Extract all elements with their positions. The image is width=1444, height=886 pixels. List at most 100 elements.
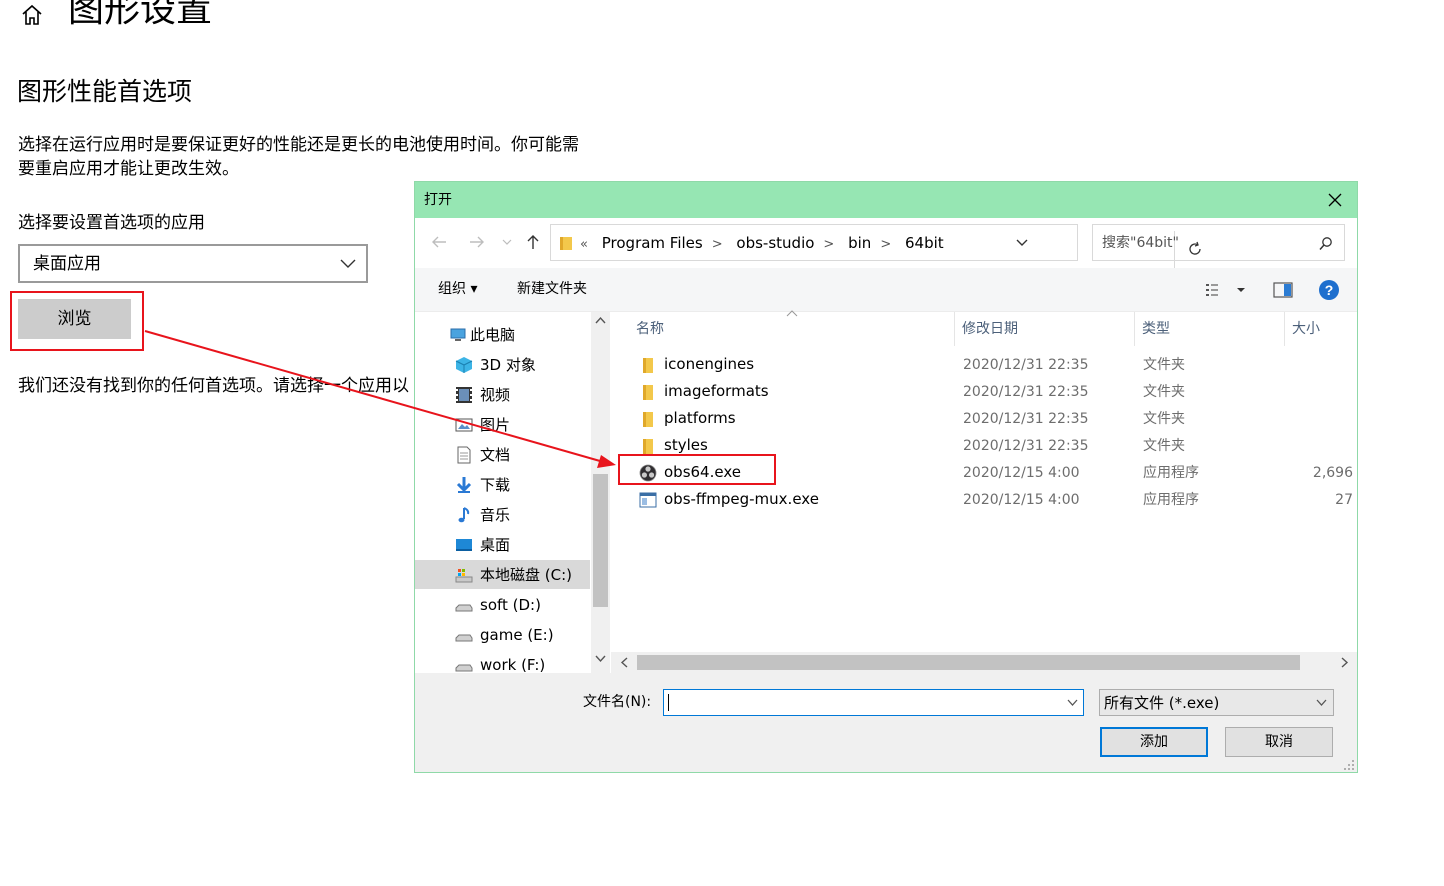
file-list-horizontal-scrollbar[interactable] xyxy=(611,652,1357,673)
file-row-obs-ffmpeg-mux-exe[interactable]: obs-ffmpeg-mux.exe 2020/12/15 4:00 应用程序 … xyxy=(611,486,1357,513)
file-row-imageformats[interactable]: imageformats 2020/12/31 22:35 文件夹 xyxy=(611,378,1357,405)
file-type-filter[interactable]: 所有文件 (*.exe) xyxy=(1099,689,1334,716)
file-date: 2020/12/31 22:35 xyxy=(963,438,1089,454)
close-icon[interactable] xyxy=(1327,192,1343,208)
breadcrumb-bin[interactable]: bin xyxy=(848,234,871,252)
home-icon[interactable] xyxy=(19,2,45,28)
breadcrumb: « Program Files > obs-studio > bin > 64bit xyxy=(580,234,944,252)
nav-item-pictures[interactable]: 图片 xyxy=(415,410,590,439)
app-type-dropdown[interactable]: 桌面应用 xyxy=(18,244,368,283)
new-folder-button[interactable]: 新建文件夹 xyxy=(517,280,587,298)
nav-pane-scrollbar[interactable] xyxy=(591,312,610,673)
column-header-type[interactable]: 类型 xyxy=(1142,312,1170,346)
nav-item-local-disk-c[interactable]: 本地磁盘 (C:) xyxy=(415,560,590,589)
column-header-date[interactable]: 修改日期 xyxy=(962,312,1018,346)
scroll-left-icon[interactable] xyxy=(620,657,628,668)
nav-item-label: 桌面 xyxy=(480,536,511,554)
nav-item-label: 本地磁盘 (C:) xyxy=(480,566,572,584)
nav-item-downloads[interactable]: 下载 xyxy=(415,470,590,499)
file-name: iconengines xyxy=(664,355,755,373)
view-dropdown-icon[interactable] xyxy=(1236,286,1246,294)
app-type-value: 桌面应用 xyxy=(33,254,101,274)
folder-icon xyxy=(643,358,653,373)
dialog-footer: 文件名(N): 所有文件 (*.exe) 添加 取消 xyxy=(415,673,1357,772)
scroll-down-icon[interactable] xyxy=(595,655,606,663)
nav-item-this-pc[interactable]: 此电脑 xyxy=(415,320,590,349)
file-type: 文件夹 xyxy=(1143,438,1185,454)
search-box[interactable] xyxy=(1092,224,1345,261)
view-options-icon[interactable] xyxy=(1205,282,1225,298)
nav-item-work-f[interactable]: work (F:) xyxy=(415,650,590,673)
chevron-down-icon xyxy=(1316,699,1327,706)
dialog-titlebar[interactable]: 打开 xyxy=(415,182,1357,218)
folder-icon xyxy=(643,412,653,427)
cancel-button[interactable]: 取消 xyxy=(1225,727,1333,757)
address-bar[interactable]: « Program Files > obs-studio > bin > 64bit xyxy=(550,224,1201,268)
section-title: 图形性能首选项 xyxy=(17,77,193,106)
nav-item-label: soft (D:) xyxy=(480,596,541,614)
file-date: 2020/12/15 4:00 xyxy=(963,465,1080,481)
column-header-size[interactable]: 大小 xyxy=(1292,312,1320,346)
file-date: 2020/12/15 4:00 xyxy=(963,492,1080,508)
file-list: 名称 修改日期 类型 大小 iconengines 2020/12/31 22:… xyxy=(611,310,1357,673)
folder-icon xyxy=(643,439,653,454)
up-arrow-icon[interactable] xyxy=(524,233,542,251)
scrollbar-thumb[interactable] xyxy=(593,474,608,607)
scroll-right-icon[interactable] xyxy=(1341,657,1349,668)
computer-icon xyxy=(450,328,466,341)
navigation-pane: 此电脑 3D 对象 视频 图片 文档 下载 音乐 桌面 本地磁盘 (C:) so… xyxy=(415,312,610,673)
column-header-name[interactable]: 名称 xyxy=(636,312,664,346)
filename-input[interactable] xyxy=(664,690,1059,715)
search-input[interactable] xyxy=(1093,225,1313,260)
file-date: 2020/12/31 22:35 xyxy=(963,384,1089,400)
forward-arrow-icon[interactable] xyxy=(468,233,486,251)
file-size: 2,696 xyxy=(1312,465,1353,481)
file-type: 文件夹 xyxy=(1143,411,1185,427)
file-size: 27 xyxy=(1335,492,1353,508)
drive-icon xyxy=(455,604,473,612)
annotation-highlight-obs64 xyxy=(618,454,776,485)
add-button[interactable]: 添加 xyxy=(1100,727,1208,757)
dialog-title: 打开 xyxy=(424,192,452,208)
recent-locations-icon[interactable] xyxy=(501,233,513,251)
file-type-filter-value: 所有文件 (*.exe) xyxy=(1104,694,1220,712)
breadcrumb-obs-studio[interactable]: obs-studio xyxy=(736,234,814,252)
music-icon xyxy=(458,507,470,523)
page-title: 图形设置 xyxy=(68,0,213,30)
nav-item-soft-d[interactable]: soft (D:) xyxy=(415,590,590,619)
description-text: 选择在运行应用时是要保证更好的性能还是更长的电池使用时间。你可能需要重启应用才能… xyxy=(18,135,579,179)
help-icon[interactable]: ? xyxy=(1318,279,1340,301)
filename-combobox[interactable] xyxy=(663,689,1084,716)
file-row-platforms[interactable]: platforms 2020/12/31 22:35 文件夹 xyxy=(611,405,1357,432)
address-dropdown-icon[interactable] xyxy=(1015,237,1029,249)
exe-app-icon xyxy=(639,492,657,508)
nav-item-documents[interactable]: 文档 xyxy=(415,440,590,469)
file-row-iconengines[interactable]: iconengines 2020/12/31 22:35 文件夹 xyxy=(611,351,1357,378)
back-arrow-icon[interactable] xyxy=(430,233,448,251)
breadcrumb-overflow[interactable]: « xyxy=(580,237,588,252)
scrollbar-thumb[interactable] xyxy=(637,655,1300,670)
nav-item-videos[interactable]: 视频 xyxy=(415,380,590,409)
filename-label: 文件名(N): xyxy=(583,694,652,710)
3d-objects-icon xyxy=(455,357,473,373)
nav-item-music[interactable]: 音乐 xyxy=(415,500,590,529)
app-select-label: 选择要设置首选项的应用 xyxy=(18,213,205,233)
nav-item-game-e[interactable]: game (E:) xyxy=(415,620,590,649)
preview-pane-icon[interactable] xyxy=(1273,282,1293,298)
file-date: 2020/12/31 22:35 xyxy=(963,411,1089,427)
organize-menu[interactable]: 组织 ▾ xyxy=(438,280,477,298)
no-preferences-text: 我们还没有找到你的任何首选项。请选择一个应用以 xyxy=(18,376,409,396)
scroll-up-icon[interactable] xyxy=(595,316,606,324)
navigation-bar: « Program Files > obs-studio > bin > 64bit xyxy=(415,218,1357,268)
drive-icon xyxy=(455,664,473,672)
resize-grip-icon[interactable] xyxy=(1343,759,1355,771)
nav-item-3d-objects[interactable]: 3D 对象 xyxy=(415,350,590,379)
nav-item-label: 视频 xyxy=(480,386,511,404)
search-icon[interactable] xyxy=(1318,236,1334,252)
file-type: 应用程序 xyxy=(1143,465,1199,481)
nav-item-desktop[interactable]: 桌面 xyxy=(415,530,590,559)
breadcrumb-64bit[interactable]: 64bit xyxy=(905,234,944,252)
breadcrumb-program-files[interactable]: Program Files xyxy=(602,234,703,252)
chevron-down-icon[interactable] xyxy=(1067,699,1078,707)
text-caret xyxy=(668,694,669,711)
